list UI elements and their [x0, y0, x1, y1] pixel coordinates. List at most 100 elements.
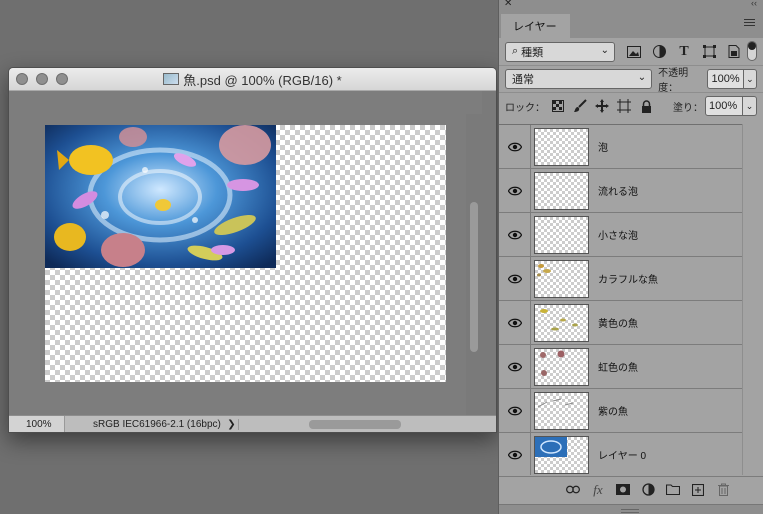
layer-visibility-eye-icon[interactable]: [499, 257, 531, 300]
document-statusbar: 100% sRGB IEC61966-2.1 (16bpc) ❯: [9, 415, 496, 432]
filter-kind-value: 種類: [521, 46, 544, 59]
zoom-value: 100%: [26, 418, 52, 430]
layer-thumbnail: [534, 259, 589, 298]
layer-thumbnail: [534, 171, 589, 210]
layer-name[interactable]: 流れる泡: [598, 183, 638, 198]
horizontal-scroll-thumb[interactable]: [309, 420, 401, 429]
layer-thumbnail: [534, 215, 589, 254]
layer-visibility-eye-icon[interactable]: [499, 301, 531, 344]
lock-label: ロック：: [505, 102, 545, 114]
fill-dropdown-chevron-icon[interactable]: ⌄: [743, 96, 757, 116]
layer-name[interactable]: 小さな泡: [598, 227, 638, 242]
layer-row[interactable]: 流れる泡: [499, 169, 742, 213]
filter-kind-select[interactable]: ⌕ 種類 ⌄: [505, 41, 615, 62]
smart-object-filter-icon[interactable]: [727, 45, 741, 59]
layer-name[interactable]: 黄色の魚: [598, 315, 638, 330]
opacity-label: 不透明度：: [658, 68, 689, 94]
panel-close-icon[interactable]: ✕: [504, 0, 512, 9]
panel-menu-icon[interactable]: [744, 19, 755, 27]
layer-row[interactable]: 黄色の魚: [499, 301, 742, 345]
panel-tabbar: レイヤー: [499, 10, 763, 38]
opacity-dropdown-chevron-icon[interactable]: ⌄: [743, 69, 757, 89]
lock-image-pixels-brush-icon[interactable]: [573, 99, 587, 113]
search-icon: ⌕: [512, 45, 519, 57]
layer-thumbnail: [534, 391, 589, 430]
tab-layers[interactable]: レイヤー: [501, 14, 570, 38]
link-icon[interactable]: [566, 483, 580, 497]
lock-transparent-pixels-icon[interactable]: [551, 99, 565, 113]
layers-list-scrollbar[interactable]: [742, 124, 763, 475]
layer-row[interactable]: カラフルな魚: [499, 257, 742, 301]
opacity-input[interactable]: 100%: [707, 69, 744, 89]
mask-icon[interactable]: [616, 483, 630, 497]
layer-filter-row: ⌕ 種類 ⌄ T: [499, 38, 763, 65]
type-filter-icon[interactable]: T: [677, 44, 691, 59]
window-controls: [16, 73, 68, 85]
blend-row: 通常 ⌄ 不透明度： 100% ⌄: [499, 65, 763, 94]
layer-thumbnail: [534, 303, 589, 342]
fill-input[interactable]: 100%: [705, 96, 743, 116]
layer-visibility-eye-icon[interactable]: [499, 389, 531, 432]
shape-filter-icon[interactable]: [702, 45, 716, 59]
layer-row[interactable]: 虹色の魚: [499, 345, 742, 389]
blend-mode-value: 通常: [512, 74, 534, 86]
fill-label: 塗り：: [673, 102, 703, 114]
layer-thumbnail: [534, 435, 589, 474]
layer-name[interactable]: 紫の魚: [598, 403, 628, 418]
status-menu-arrow[interactable]: ❯: [225, 418, 239, 430]
group-folder-icon[interactable]: [666, 483, 680, 497]
chevron-down-icon: ⌄: [637, 72, 647, 83]
tab-layers-label: レイヤー: [513, 21, 557, 33]
layer-visibility-eye-icon[interactable]: [499, 433, 531, 475]
vertical-scrollbar[interactable]: [466, 114, 482, 432]
canvas-area[interactable]: [9, 91, 482, 432]
layer-name[interactable]: レイヤー 0: [598, 447, 646, 462]
document-titlebar[interactable]: 魚.psd @ 100% (RGB/16) *: [9, 68, 496, 91]
close-window-button[interactable]: [16, 73, 28, 85]
fish-artwork-image: [45, 125, 276, 268]
document-window[interactable]: 魚.psd @ 100% (RGB/16) * 100% sRGB IEC619…: [8, 67, 497, 433]
filter-toggle-switch[interactable]: [747, 41, 757, 61]
minimize-window-button[interactable]: [36, 73, 48, 85]
layer-thumbnail: [534, 347, 589, 386]
layer-visibility-eye-icon[interactable]: [499, 345, 531, 388]
pixel-layer-filter-icon[interactable]: [627, 45, 641, 59]
layer-name[interactable]: 泡: [598, 139, 608, 154]
layer-row[interactable]: 小さな泡: [499, 213, 742, 257]
panel-resize-grip[interactable]: [499, 504, 763, 514]
color-profile-text: sRGB IEC61966-2.1 (16bpc): [93, 418, 221, 430]
panel-collapse-icon[interactable]: ‹‹: [751, 0, 757, 8]
zoom-window-button[interactable]: [56, 73, 68, 85]
layer-row[interactable]: レイヤー 0: [499, 433, 742, 475]
layer-thumbnail: [534, 127, 589, 166]
blend-mode-select[interactable]: 通常 ⌄: [505, 69, 653, 89]
layer-name[interactable]: 虹色の魚: [598, 359, 638, 374]
panel-chrome: ✕ ‹‹: [499, 0, 763, 10]
layer-row[interactable]: 泡: [499, 125, 742, 169]
layer-visibility-eye-icon[interactable]: [499, 169, 531, 212]
layers-panel: ✕ ‹‹ レイヤー ⌕ 種類 ⌄ T 通常 ⌄ 不透明度： 100% ⌄ ロック…: [498, 0, 763, 514]
layer-visibility-eye-icon[interactable]: [499, 125, 531, 168]
adjustment-filter-icon[interactable]: [652, 45, 666, 59]
horizontal-scrollbar[interactable]: [239, 416, 496, 432]
lock-all-icon[interactable]: [639, 99, 653, 113]
zoom-field[interactable]: 100%: [9, 416, 65, 432]
document-file-icon: [163, 73, 180, 85]
layer-name[interactable]: カラフルな魚: [598, 271, 658, 286]
vertical-scroll-thumb[interactable]: [470, 202, 478, 352]
document-title: 魚.psd @ 100% (RGB/16) *: [183, 72, 342, 88]
layer-row[interactable]: 紫の魚: [499, 389, 742, 433]
opacity-value: 100%: [711, 73, 740, 85]
lock-artboard-icon[interactable]: [617, 99, 631, 113]
new-layer-icon[interactable]: [691, 483, 705, 497]
lock-row: ロック： 塗り： 100% ⌄: [499, 92, 763, 119]
adjustment-icon[interactable]: [641, 483, 655, 497]
layers-list: 泡 流れる泡 小さな泡 カラフルな魚 黄色の魚 虹色の魚 紫の魚 レイヤー 0: [499, 124, 742, 475]
lock-position-move-icon[interactable]: [595, 99, 609, 113]
panel-footer: fx: [499, 476, 763, 502]
layer-visibility-eye-icon[interactable]: [499, 213, 531, 256]
trash-icon[interactable]: [716, 483, 730, 497]
fill-value: 100%: [709, 100, 738, 112]
chevron-down-icon: ⌄: [600, 44, 609, 56]
fx-icon[interactable]: fx: [591, 482, 605, 497]
